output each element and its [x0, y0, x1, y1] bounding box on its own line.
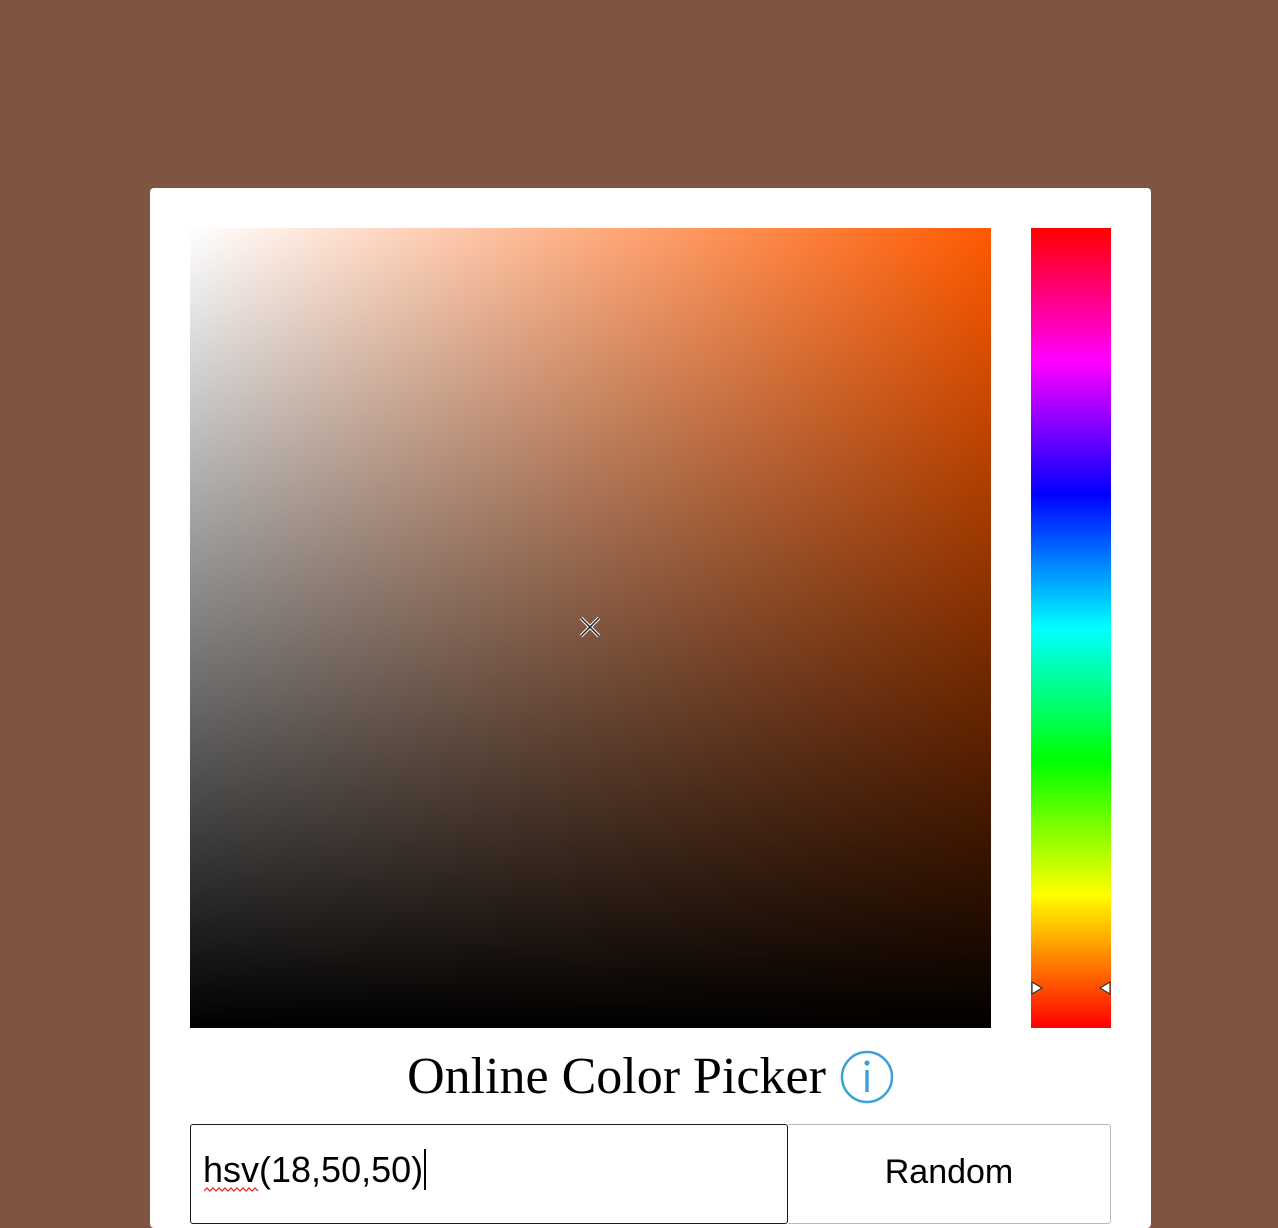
color-value-text: hsv(18,50,50) — [203, 1149, 427, 1190]
page-title: Online Color Picker — [407, 1048, 826, 1105]
random-button[interactable]: Random — [788, 1124, 1111, 1224]
input-row: hsv(18,50,50) Random — [190, 1124, 1111, 1224]
hue-indicator-right-icon[interactable] — [1099, 981, 1111, 995]
color-picker-panel: Online Color Picker hsv(18,50,50) Random — [150, 188, 1151, 1228]
hue-indicator-left-icon[interactable] — [1031, 981, 1043, 995]
color-value-input[interactable]: hsv(18,50,50) — [190, 1124, 788, 1224]
crosshair-x-icon[interactable] — [578, 615, 602, 639]
hue-slider[interactable] — [1031, 228, 1111, 1028]
info-circle-icon[interactable] — [840, 1050, 894, 1104]
spellcheck-underline — [204, 1187, 259, 1192]
title-row: Online Color Picker — [190, 1044, 1111, 1110]
saturation-value-area[interactable] — [190, 228, 991, 1028]
